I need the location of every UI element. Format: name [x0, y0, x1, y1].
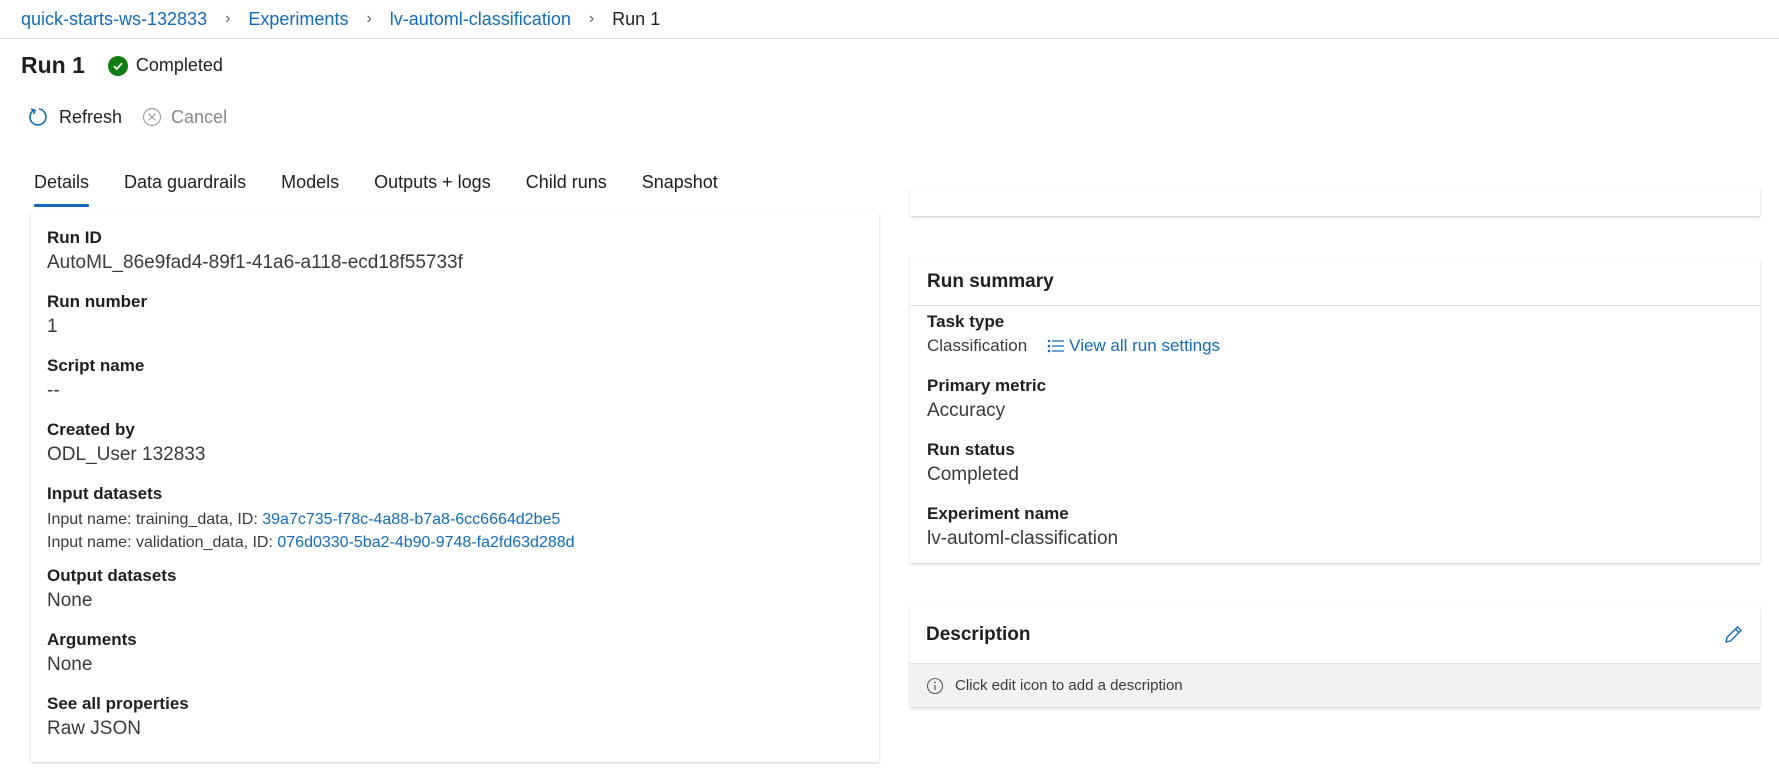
- tab-child-runs[interactable]: Child runs: [526, 172, 607, 207]
- chevron-right-icon: ›: [588, 10, 595, 27]
- run-number-field: Run number 1: [47, 292, 147, 338]
- refresh-button[interactable]: Refresh: [28, 106, 122, 128]
- experiment-name-field: Experiment name lv-automl-classification: [927, 504, 1118, 550]
- refresh-icon: [28, 106, 50, 128]
- input-dataset-link[interactable]: 39a7c735-f78c-4a88-b7a8-6cc6664d2be5: [262, 511, 560, 528]
- run-status-value: Completed: [927, 464, 1019, 485]
- list-icon: [1047, 339, 1065, 353]
- tab-models[interactable]: Models: [281, 172, 339, 207]
- description-header: Description: [910, 606, 1760, 664]
- tab-data-guardrails[interactable]: Data guardrails: [124, 172, 246, 207]
- input-dataset-prefix: Input name: validation_data, ID:: [47, 534, 278, 551]
- description-card: Description Click edit icon to add a des…: [910, 606, 1760, 707]
- breadcrumb-workspace[interactable]: quick-starts-ws-132833: [21, 9, 207, 30]
- raw-json-link[interactable]: Raw JSON: [47, 718, 189, 740]
- details-card: Run ID AutoML_86e9fad4-89f1-41a6-a118-ec…: [31, 212, 879, 762]
- header-divider: [0, 38, 1779, 39]
- script-name-field: Script name --: [47, 356, 144, 402]
- view-all-run-settings-link[interactable]: View all run settings: [1047, 336, 1220, 356]
- experiment-name-label: Experiment name: [927, 504, 1069, 523]
- refresh-label: Refresh: [59, 106, 123, 127]
- tab-details[interactable]: Details: [34, 172, 90, 207]
- check-circle-icon: [107, 55, 128, 76]
- run-number-value: 1: [47, 316, 58, 337]
- info-icon: [926, 677, 944, 695]
- arguments-field: Arguments None: [47, 630, 137, 676]
- run-id-value: AutoML_86e9fad4-89f1-41a6-a118-ecd18f557…: [47, 252, 463, 273]
- task-type-row: Classification View all run settings: [927, 336, 1220, 356]
- breadcrumb-experiment[interactable]: lv-automl-classification: [390, 9, 571, 30]
- top-card-partial: [910, 188, 1760, 216]
- input-datasets-label: Input datasets: [47, 484, 163, 503]
- script-name-label: Script name: [47, 356, 145, 375]
- task-type-label: Task type: [927, 312, 1005, 331]
- toolbar: Refresh Cancel: [28, 106, 247, 128]
- title-row: Run 1 Completed: [21, 52, 223, 79]
- created-by-label: Created by: [47, 420, 135, 439]
- status-badge: Completed: [135, 55, 223, 75]
- input-dataset-prefix: Input name: training_data, ID:: [47, 511, 263, 528]
- run-status-label: Run status: [927, 440, 1015, 459]
- pencil-icon[interactable]: [1722, 624, 1744, 646]
- run-status-field: Run status Completed: [927, 440, 1019, 486]
- view-all-run-settings-label: View all run settings: [1069, 336, 1221, 355]
- primary-metric-label: Primary metric: [927, 376, 1047, 395]
- cancel-label: Cancel: [171, 106, 228, 127]
- created-by-value: ODL_User 132833: [47, 444, 206, 465]
- chevron-right-icon: ›: [366, 10, 372, 27]
- run-number-label: Run number: [47, 292, 148, 311]
- output-datasets-value: None: [47, 590, 93, 611]
- breadcrumb: quick-starts-ws-132833 › Experiments › l…: [21, 6, 660, 32]
- script-name-value: --: [47, 380, 60, 401]
- chevron-right-icon: ›: [225, 10, 231, 27]
- tab-outputs-logs[interactable]: Outputs + logs: [374, 172, 491, 207]
- input-dataset-link[interactable]: 076d0330-5ba2-4b90-9748-fa2fd63d288d: [277, 534, 574, 551]
- input-dataset-row: Input name: validation_data, ID: 076d033…: [47, 531, 575, 554]
- description-hint-bar: Click edit icon to add a description: [910, 664, 1760, 707]
- primary-metric-field: Primary metric Accuracy: [927, 376, 1046, 422]
- output-datasets-field: Output datasets None: [47, 566, 176, 612]
- task-type-value: Classification: [927, 336, 1028, 355]
- breadcrumb-experiments[interactable]: Experiments: [248, 9, 348, 30]
- breadcrumb-current: Run 1: [612, 8, 661, 29]
- description-hint: Click edit icon to add a description: [955, 677, 1183, 694]
- primary-metric-value: Accuracy: [927, 400, 1006, 421]
- tab-bar: Details Data guardrails Models Outputs +…: [34, 172, 753, 207]
- experiment-name-value: lv-automl-classification: [927, 528, 1119, 549]
- cancel-button[interactable]: Cancel: [142, 107, 227, 128]
- cancel-icon: [142, 107, 162, 127]
- task-type-field: Task type Classification View all run se…: [927, 312, 1220, 356]
- input-dataset-row: Input name: training_data, ID: 39a7c735-…: [47, 508, 575, 531]
- arguments-label: Arguments: [47, 630, 137, 649]
- see-all-properties-field: See all properties Raw JSON: [47, 694, 189, 740]
- run-id-field: Run ID AutoML_86e9fad4-89f1-41a6-a118-ec…: [47, 228, 463, 274]
- run-summary-title: Run summary: [910, 258, 1760, 306]
- input-dataset-list: Input name: training_data, ID: 39a7c735-…: [47, 508, 575, 554]
- input-datasets-field: Input datasets Input name: training_data…: [47, 484, 575, 554]
- output-datasets-label: Output datasets: [47, 566, 177, 585]
- run-summary-card: Run summary Task type Classification Vie…: [910, 258, 1760, 563]
- description-title: Description: [926, 623, 1031, 645]
- page-title: Run 1: [21, 52, 85, 78]
- see-all-properties-label: See all properties: [47, 694, 189, 713]
- tab-snapshot[interactable]: Snapshot: [642, 172, 718, 207]
- arguments-value: None: [47, 654, 93, 675]
- run-id-label: Run ID: [47, 228, 102, 247]
- created-by-field: Created by ODL_User 132833: [47, 420, 205, 466]
